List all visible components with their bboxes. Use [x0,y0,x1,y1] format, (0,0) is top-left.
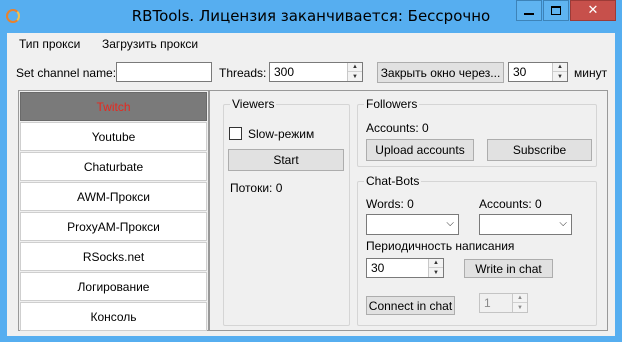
close-button[interactable]: ✕ [570,0,616,21]
chevron-down-icon: ⌵ [559,218,567,229]
connect-count-stepper[interactable]: 1 ▲ ▼ [479,293,528,313]
sidebar-item-console[interactable]: Консоль [20,302,207,331]
sidebar-item-chaturbate[interactable]: Chaturbate [20,152,207,181]
sidebar-item-youtube[interactable]: Youtube [20,122,207,151]
stepper-down-icon[interactable]: ▼ [513,303,527,312]
start-button[interactable]: Start [228,149,344,171]
followers-accounts-count: Accounts: 0 [366,121,429,135]
minutes-value: 30 [513,65,527,79]
connect-count-value: 1 [484,296,491,310]
stepper-down-icon[interactable]: ▼ [553,72,567,81]
connect-count-stepper-arrows[interactable]: ▲ ▼ [512,294,527,312]
threads-label: Threads: [219,66,267,80]
title-bar[interactable]: RBTools. Лицензия заканчивается: Бессроч… [0,0,622,33]
minimize-button[interactable] [516,0,542,21]
words-select[interactable]: ⌵ [366,214,459,235]
sidebar-item-twitch[interactable]: Twitch [20,92,207,121]
close-icon: ✕ [587,3,599,18]
minimize-icon [524,12,534,15]
chatbots-title: Chat-Bots [364,174,422,188]
write-period-label: Периодичность написания [366,239,515,253]
stepper-up-icon[interactable]: ▲ [553,63,567,72]
sidebar-nav: Twitch Youtube Chaturbate AWM-Прокси Pro… [18,90,209,331]
write-in-chat-button[interactable]: Write in chat [464,259,553,278]
write-period-stepper[interactable]: 30 ▲ ▼ [366,258,444,278]
words-count: Words: 0 [366,197,414,211]
write-period-value: 30 [371,261,385,275]
subscribe-button[interactable]: Subscribe [487,139,592,161]
threads-stepper[interactable]: 300 ▲ ▼ [269,62,363,82]
sidebar-item-rsocks[interactable]: RSocks.net [20,242,207,271]
menu-load-proxy[interactable]: Загрузить прокси [102,37,198,51]
followers-group: Followers Accounts: 0 Upload accounts Su… [357,97,597,167]
connect-in-chat-button[interactable]: Connect in chat [366,296,455,315]
minutes-stepper[interactable]: 30 ▲ ▼ [508,62,568,82]
menu-proxy-type[interactable]: Тип прокси [19,37,80,51]
upload-accounts-button[interactable]: Upload accounts [366,139,474,161]
chatbot-accounts-count: Accounts: 0 [479,197,542,211]
maximize-icon [551,6,561,15]
sidebar-item-awm-proxy[interactable]: AWM-Прокси [20,182,207,211]
stepper-down-icon[interactable]: ▼ [348,72,362,81]
followers-title: Followers [364,97,420,111]
chevron-down-icon: ⌵ [446,218,454,229]
sidebar-item-logging[interactable]: Логирование [20,272,207,301]
minutes-stepper-arrows[interactable]: ▲ ▼ [552,63,567,81]
client-area: Тип прокси Загрузить прокси Set channel … [7,33,615,336]
slow-mode-checkbox[interactable] [229,127,242,140]
chatbot-accounts-select[interactable]: ⌵ [479,214,572,235]
viewers-title: Viewers [230,97,277,111]
stepper-up-icon[interactable]: ▲ [348,63,362,72]
stepper-down-icon[interactable]: ▼ [429,268,443,277]
twitch-panel: Viewers Slow-режим Start Потоки: 0 Follo… [209,90,608,331]
minutes-label: минут [574,66,608,80]
channel-name-input[interactable] [116,62,212,82]
chatbots-group: Chat-Bots Words: 0 Accounts: 0 ⌵ ⌵ Перио… [357,174,597,326]
app-window: RBTools. Лицензия заканчивается: Бессроч… [0,0,622,342]
sidebar-item-proxyam-proxy[interactable]: ProxyAM-Прокси [20,212,207,241]
channel-name-label: Set channel name: [16,66,117,80]
threads-stepper-arrows[interactable]: ▲ ▼ [347,63,362,81]
stepper-up-icon[interactable]: ▲ [513,294,527,303]
menu-bar: Тип прокси Загрузить прокси [7,33,615,55]
write-period-stepper-arrows[interactable]: ▲ ▼ [428,259,443,277]
maximize-button[interactable] [543,0,569,21]
stepper-up-icon[interactable]: ▲ [429,259,443,268]
threads-value: 300 [274,65,295,79]
slow-mode-label: Slow-режим [248,127,315,141]
threads-status: Потоки: 0 [230,181,283,195]
close-window-after-button[interactable]: Закрыть окно через... [377,62,504,83]
viewers-group: Viewers Slow-режим Start Потоки: 0 [223,97,350,326]
